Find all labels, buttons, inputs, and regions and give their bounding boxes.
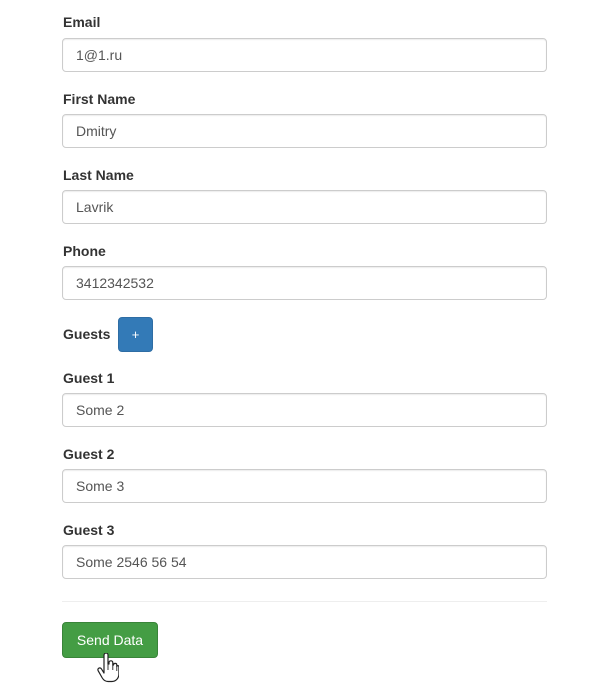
guest-1-label: Guest 1 — [63, 370, 115, 386]
phone-label: Phone — [63, 243, 106, 259]
phone-field[interactable] — [62, 266, 547, 300]
guest-3-label: Guest 3 — [63, 522, 115, 538]
guest-2-field[interactable] — [62, 469, 547, 503]
guest-registration-form: Email First Name Last Name Phone Guests … — [0, 0, 608, 700]
send-data-button[interactable]: Send Data — [62, 622, 158, 658]
last-name-label: Last Name — [63, 167, 134, 183]
form-divider — [62, 601, 547, 602]
email-field[interactable] — [62, 38, 547, 72]
first-name-label: First Name — [63, 91, 136, 107]
guests-label: Guests — [63, 326, 111, 342]
first-name-field[interactable] — [62, 114, 547, 148]
add-guest-button[interactable]: + — [118, 317, 153, 352]
guest-3-field[interactable] — [62, 545, 547, 579]
guest-1-field[interactable] — [62, 393, 547, 427]
email-label: Email — [63, 14, 101, 30]
last-name-field[interactable] — [62, 190, 547, 224]
guest-2-label: Guest 2 — [63, 446, 115, 462]
